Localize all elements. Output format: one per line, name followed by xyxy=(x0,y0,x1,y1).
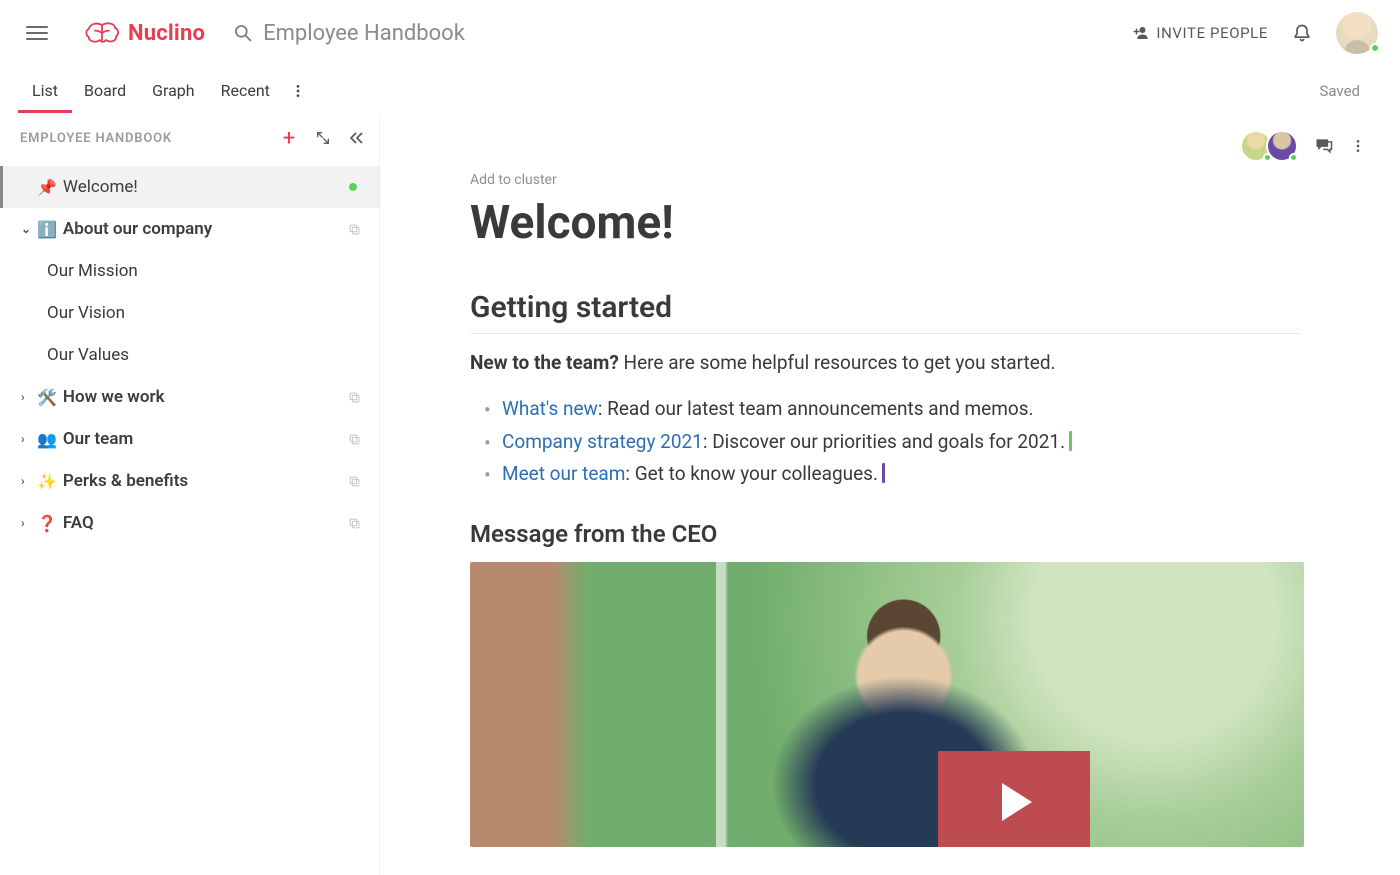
chevron-icon: › xyxy=(21,432,33,446)
breadcrumb[interactable]: EMPLOYEE HANDBOOK xyxy=(20,131,172,146)
person-add-icon xyxy=(1132,24,1150,42)
item-emoji: ❓ xyxy=(37,514,57,533)
view-more-button[interactable] xyxy=(290,83,306,99)
divider xyxy=(470,333,1300,334)
view-tabs-bar: List Board Graph Recent Saved xyxy=(0,66,1400,116)
copy-icon[interactable] xyxy=(348,517,361,530)
section-heading[interactable]: Message from the CEO xyxy=(470,520,1300,548)
item-emoji: 🛠️ xyxy=(37,388,57,407)
ceo-video[interactable] xyxy=(470,562,1304,847)
sidebar-item[interactable]: › ❓ FAQ xyxy=(0,502,379,544)
bullet-text: : Get to know your colleagues. xyxy=(625,462,878,485)
search-icon xyxy=(233,23,253,43)
collaborator-cursor xyxy=(1069,431,1072,451)
collaborator-cursor xyxy=(882,463,885,483)
app-logo[interactable]: Nuclino xyxy=(84,20,205,46)
sidebar: EMPLOYEE HANDBOOK + 📌 Welcome! ⌄ ℹ️ About ou… xyxy=(0,116,380,875)
invite-label: INVITE PEOPLE xyxy=(1156,24,1268,42)
comments-icon[interactable] xyxy=(1314,136,1334,156)
sidebar-item-label: Our Mission xyxy=(47,261,365,281)
sidebar-item-label: About our company xyxy=(63,219,348,239)
sidebar-item[interactable]: Our Vision xyxy=(0,292,379,334)
user-avatar[interactable] xyxy=(1336,12,1378,54)
tab-graph[interactable]: Graph xyxy=(152,71,195,112)
sidebar-item[interactable]: Our Mission xyxy=(0,250,379,292)
play-icon xyxy=(1002,783,1032,821)
section-heading[interactable]: Getting started xyxy=(470,290,1300,325)
expand-icon[interactable] xyxy=(309,124,337,152)
content-area: Add to cluster Welcome! Getting started … xyxy=(380,116,1400,875)
menu-icon[interactable] xyxy=(26,22,48,44)
intro-paragraph[interactable]: New to the team? Here are some helpful r… xyxy=(470,348,1300,377)
notifications-icon[interactable] xyxy=(1292,22,1312,44)
add-to-cluster-button[interactable]: Add to cluster xyxy=(470,172,557,188)
sidebar-item[interactable]: › 🛠️ How we work xyxy=(0,376,379,418)
bullet-text: : Discover our priorities and goals for … xyxy=(703,430,1065,453)
sidebar-item-label: Our team xyxy=(63,429,348,449)
invite-people-button[interactable]: INVITE PEOPLE xyxy=(1132,24,1268,42)
list-item[interactable]: Company strategy 2021: Discover our prio… xyxy=(480,426,1300,458)
presence-dot xyxy=(1370,43,1380,53)
doc-link[interactable]: What's new xyxy=(502,397,598,420)
bullet-text: : Read our latest team announcements and… xyxy=(598,397,1034,420)
sidebar-item[interactable]: Our Values xyxy=(0,334,379,376)
chevron-icon: › xyxy=(21,474,33,488)
chevron-icon: › xyxy=(21,516,33,530)
intro-bold: New to the team? xyxy=(470,351,619,374)
presence-avatars[interactable] xyxy=(1240,130,1298,162)
sidebar-item[interactable]: › 👥 Our team xyxy=(0,418,379,460)
sidebar-item-label: Our Values xyxy=(47,345,365,365)
list-item[interactable]: Meet our team: Get to know your colleagu… xyxy=(480,458,1300,490)
tab-board[interactable]: Board xyxy=(84,71,126,112)
copy-icon[interactable] xyxy=(348,391,361,404)
status-dot xyxy=(349,183,357,191)
intro-rest: Here are some helpful resources to get y… xyxy=(619,351,1056,374)
item-emoji: ℹ️ xyxy=(37,220,57,239)
collaborator-avatar[interactable] xyxy=(1266,130,1298,162)
sidebar-item-label: Perks & benefits xyxy=(63,471,348,491)
sidebar-item[interactable]: ⌄ ℹ️ About our company xyxy=(0,208,379,250)
page-more-icon[interactable] xyxy=(1350,138,1366,154)
add-page-button[interactable]: + xyxy=(275,124,303,152)
page-title[interactable]: Welcome! xyxy=(470,196,1300,250)
sidebar-item[interactable]: › ✨ Perks & benefits xyxy=(0,460,379,502)
top-bar: Nuclino INVITE PEOPLE xyxy=(0,0,1400,66)
chevron-icon: › xyxy=(21,390,33,404)
more-vert-icon xyxy=(290,83,306,99)
copy-icon[interactable] xyxy=(348,475,361,488)
sidebar-item[interactable]: 📌 Welcome! xyxy=(0,166,379,208)
item-emoji: 📌 xyxy=(37,178,57,197)
collapse-sidebar-button[interactable] xyxy=(343,124,371,152)
play-button[interactable] xyxy=(938,751,1090,847)
item-emoji: ✨ xyxy=(37,472,57,491)
list-item[interactable]: What's new: Read our latest team announc… xyxy=(480,393,1300,425)
doc-link[interactable]: Company strategy 2021 xyxy=(502,430,703,453)
saved-status: Saved xyxy=(1319,82,1360,100)
sidebar-item-label: FAQ xyxy=(63,513,348,533)
doc-link[interactable]: Meet our team xyxy=(502,462,625,485)
copy-icon[interactable] xyxy=(348,433,361,446)
search[interactable] xyxy=(233,21,683,46)
chevron-icon: ⌄ xyxy=(21,222,33,236)
item-emoji: 👥 xyxy=(37,430,57,449)
tab-list[interactable]: List xyxy=(32,71,58,112)
tab-recent[interactable]: Recent xyxy=(221,71,270,112)
sidebar-item-label: Our Vision xyxy=(47,303,365,323)
search-input[interactable] xyxy=(263,21,683,46)
copy-icon[interactable] xyxy=(348,223,361,236)
sidebar-item-label: How we work xyxy=(63,387,348,407)
brain-icon xyxy=(84,20,120,46)
brand-name: Nuclino xyxy=(128,21,205,46)
sidebar-item-label: Welcome! xyxy=(63,177,349,197)
